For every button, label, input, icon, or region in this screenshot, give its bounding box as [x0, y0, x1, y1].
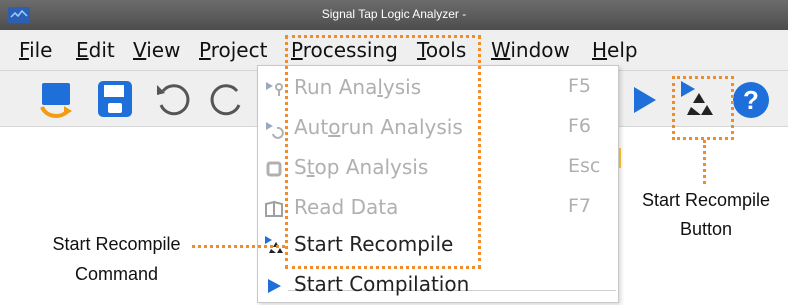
button-callout-line [703, 140, 706, 184]
run-analysis-icon [266, 82, 283, 96]
title-bar: Signal Tap Logic Analyzer - [0, 0, 788, 30]
shortcut-label: F7 [568, 195, 592, 217]
start-recompile-command-callout: Start Recompile Command [44, 234, 189, 285]
callout-button-line1: Start Recompile [641, 190, 771, 210]
menu-view[interactable]: View [133, 38, 180, 62]
undo-icon [157, 84, 190, 116]
menu-project[interactable]: Project [199, 38, 267, 62]
start-compilation-button[interactable] [626, 79, 668, 121]
shortcut-label: F6 [568, 115, 592, 137]
recompile-button-highlight [672, 76, 734, 140]
redo-icon [210, 84, 241, 116]
menu-file[interactable]: File [19, 38, 52, 62]
window-title: Signal Tap Logic Analyzer - [321, 7, 467, 21]
start-compilation-icon [268, 279, 281, 293]
menu-window[interactable]: Window [491, 38, 570, 62]
shortcut-label: F5 [568, 75, 592, 97]
callout-command-line1: Start Recompile [52, 234, 181, 254]
save-icon [98, 81, 132, 117]
menu-edit[interactable]: Edit [76, 38, 115, 62]
callout-command-line2: Command [74, 264, 159, 284]
open-project-icon [40, 83, 72, 118]
callout-button-line2: Button [679, 219, 733, 239]
help-button[interactable]: ? [730, 79, 772, 121]
undo-button[interactable] [153, 79, 195, 121]
shortcut-label: Esc [568, 155, 601, 177]
autorun-analysis-icon [266, 122, 284, 139]
open-project-button[interactable] [38, 79, 80, 121]
save-button[interactable] [96, 79, 138, 121]
play-icon [634, 87, 656, 113]
command-callout-line [192, 245, 285, 248]
help-icon: ? [733, 82, 769, 118]
read-data-icon [265, 200, 283, 217]
start-recompile-button-callout: Start Recompile Button [626, 190, 786, 240]
svg-text:?: ? [743, 85, 759, 115]
menu-item-start-compilation[interactable]: Start Compilation [258, 265, 618, 305]
menu-help[interactable]: Help [592, 38, 638, 62]
stop-analysis-icon [266, 161, 282, 177]
processing-menu-highlight [285, 35, 481, 269]
redo-button[interactable] [205, 79, 247, 121]
